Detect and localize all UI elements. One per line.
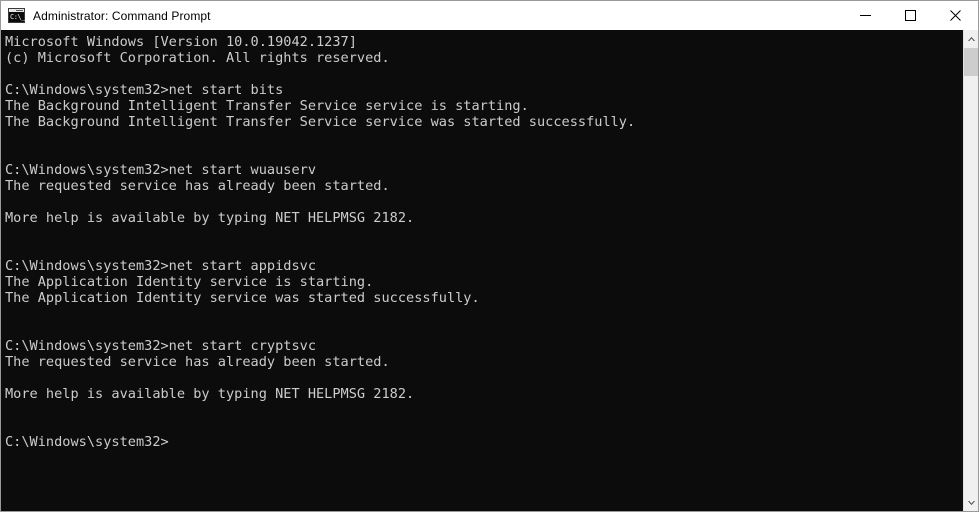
console-line: The requested service has already been s…: [5, 354, 390, 370]
console-line: The Application Identity service is star…: [5, 274, 374, 290]
window-controls: Minimize Maximize Close: [843, 1, 978, 30]
close-icon: [950, 10, 961, 21]
console-line: More help is available by typing NET HEL…: [5, 386, 415, 402]
console-line: The requested service has already been s…: [5, 178, 390, 194]
maximize-button[interactable]: Maximize: [888, 1, 933, 30]
icon-prompt-glyph: C:\_: [10, 13, 25, 21]
console-line: The Background Intelligent Transfer Serv…: [5, 114, 636, 130]
scroll-down-button[interactable]: [964, 494, 978, 511]
close-button[interactable]: Close: [933, 1, 978, 30]
console-line: The Application Identity service was sta…: [5, 290, 480, 306]
vertical-scrollbar[interactable]: [963, 30, 978, 511]
console-line: (c) Microsoft Corporation. All rights re…: [5, 50, 390, 66]
console-line: The Background Intelligent Transfer Serv…: [5, 98, 529, 114]
maximize-icon: [905, 10, 916, 21]
minimize-icon: [860, 15, 871, 16]
scrollbar-track[interactable]: [964, 47, 978, 494]
title-bar[interactable]: C:\_ Administrator: Command Prompt Minim…: [1, 1, 978, 30]
minimize-button[interactable]: Minimize: [843, 1, 888, 30]
console-line: C:\Windows\system32>net start bits: [5, 82, 284, 98]
scrollbar-thumb[interactable]: [964, 48, 978, 76]
window-title: Administrator: Command Prompt: [33, 8, 211, 23]
scroll-down-arrow-icon: [968, 500, 975, 505]
console-line: C:\Windows\system32>net start cryptsvc: [5, 338, 316, 354]
scroll-up-arrow-icon: [968, 36, 975, 41]
console-line: Microsoft Windows [Version 10.0.19042.12…: [5, 34, 357, 50]
command-prompt-icon: C:\_: [8, 8, 25, 23]
console-line: More help is available by typing NET HEL…: [5, 210, 415, 226]
title-bar-left: C:\_ Administrator: Command Prompt: [1, 1, 843, 30]
scroll-up-button[interactable]: [964, 30, 978, 47]
command-prompt-window: C:\_ Administrator: Command Prompt Minim…: [0, 0, 979, 512]
console-line: C:\Windows\system32>net start wuauserv: [5, 162, 316, 178]
console-line: C:\Windows\system32>net start appidsvc: [5, 258, 316, 274]
console-line: C:\Windows\system32>: [5, 434, 169, 450]
console-lines: Microsoft Windows [Version 10.0.19042.12…: [1, 30, 963, 450]
console-output-area[interactable]: Microsoft Windows [Version 10.0.19042.12…: [1, 30, 963, 511]
